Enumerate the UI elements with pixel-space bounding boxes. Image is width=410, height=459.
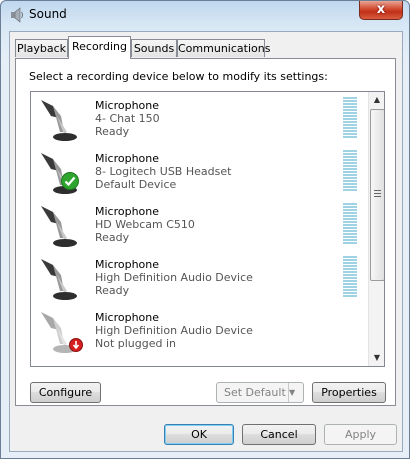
scroll-down-arrow-icon[interactable]: ▼	[369, 350, 384, 366]
tab-sounds[interactable]: Sounds	[131, 39, 177, 57]
device-name: Microphone	[95, 311, 160, 324]
device-description: High Definition Audio Device	[95, 271, 253, 284]
instruction-text: Select a recording device below to modif…	[29, 70, 328, 83]
unplugged-icon	[69, 338, 83, 352]
level-meter	[343, 203, 357, 245]
level-meter	[343, 256, 357, 298]
microphone-icon	[41, 100, 77, 141]
device-description: High Definition Audio Device	[95, 324, 253, 337]
recording-panel: Select a recording device below to modif…	[15, 58, 396, 406]
device-list[interactable]: Microphone 4- Chat 150 Ready Microphone …	[30, 91, 385, 367]
scroll-up-arrow-icon[interactable]: ▲	[369, 92, 384, 108]
sound-dialog: Sound x Playback Recording Sounds Commun…	[0, 0, 410, 459]
speaker-icon	[11, 7, 23, 23]
device-name: Microphone	[95, 99, 160, 112]
configure-button[interactable]: Configure	[30, 382, 101, 403]
scroll-thumb[interactable]	[370, 109, 384, 281]
level-meter	[343, 150, 357, 192]
device-status: Ready	[95, 231, 130, 244]
ok-button[interactable]: OK	[164, 424, 234, 445]
device-description: 8- Logitech USB Headset	[95, 165, 232, 178]
close-button[interactable]: x	[359, 1, 403, 20]
device-status: Not plugged in	[95, 337, 177, 350]
list-item[interactable]: Microphone High Definition Audio Device …	[31, 304, 366, 357]
device-list-scrollbar[interactable]: ▲ ▼	[368, 92, 384, 366]
device-name: Microphone	[95, 152, 160, 165]
set-default-button[interactable]: Set Default ▼	[216, 382, 304, 403]
scroll-grip-icon	[374, 190, 381, 198]
device-description: HD Webcam C510	[95, 218, 195, 231]
list-item[interactable]: Microphone 8- Logitech USB Headset Defau…	[31, 145, 366, 198]
title-bar[interactable]: Sound x	[1, 1, 409, 29]
window-title: Sound	[29, 7, 67, 21]
set-default-label: Set Default	[224, 386, 286, 399]
list-item[interactable]: Microphone High Definition Audio Device …	[31, 251, 366, 304]
device-name: Microphone	[95, 258, 160, 271]
properties-button[interactable]: Properties	[312, 382, 386, 403]
dialog-client-area: Playback Recording Sounds Communications…	[9, 31, 403, 452]
tab-recording[interactable]: Recording	[68, 36, 131, 59]
set-default-dropdown-arrow-icon[interactable]: ▼	[288, 383, 303, 402]
device-name: Microphone	[95, 205, 160, 218]
list-item[interactable]: Microphone HD Webcam C510 Ready	[31, 198, 366, 251]
microphone-icon	[41, 259, 77, 300]
tab-playback[interactable]: Playback	[15, 39, 68, 57]
device-status: Ready	[95, 125, 130, 138]
microphone-icon	[41, 206, 77, 247]
cancel-button[interactable]: Cancel	[242, 424, 316, 445]
device-status: Default Device	[95, 178, 177, 191]
tab-communications[interactable]: Communications	[177, 39, 270, 57]
level-meter	[343, 97, 357, 139]
list-item[interactable]: Microphone 4- Chat 150 Ready	[31, 92, 366, 145]
device-status: Ready	[95, 284, 130, 297]
apply-button[interactable]: Apply	[324, 424, 397, 445]
default-device-check-icon	[61, 172, 79, 190]
device-description: 4- Chat 150	[95, 112, 160, 125]
